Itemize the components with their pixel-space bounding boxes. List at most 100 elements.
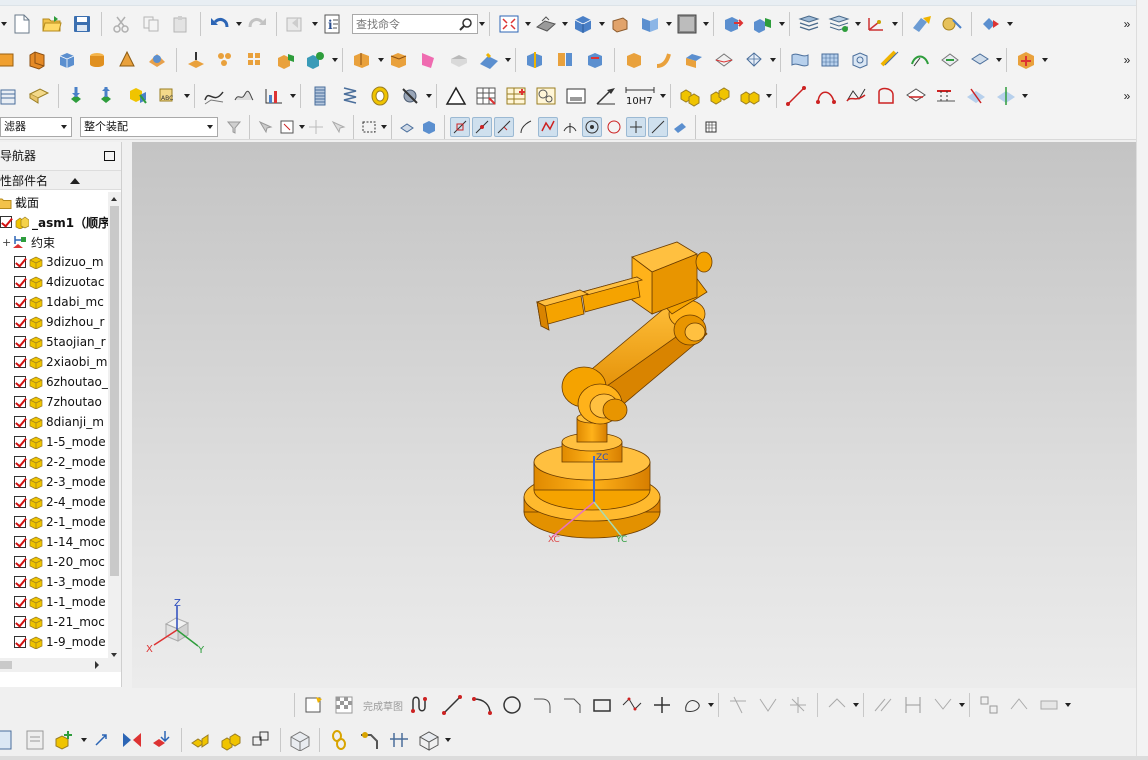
extract-geometry-icon[interactable] <box>621 47 647 73</box>
extrude-icon[interactable] <box>24 47 50 73</box>
offset-curve-icon[interactable] <box>903 83 929 109</box>
surface-curve-icon[interactable] <box>201 83 227 109</box>
constrained-component-icon[interactable] <box>65 83 91 109</box>
repeat-dropdown[interactable] <box>311 11 318 37</box>
tree-row[interactable]: 7zhoutao <box>0 392 108 412</box>
replace-component-icon[interactable] <box>125 83 151 109</box>
quick-trim-icon[interactable] <box>725 692 751 718</box>
block-icon[interactable] <box>54 47 80 73</box>
studio-surface-icon[interactable] <box>787 47 813 73</box>
move-to-layer-icon[interactable] <box>826 11 852 37</box>
view-dropdown[interactable] <box>524 11 531 37</box>
navigator-horizontal-scrollbar[interactable] <box>0 658 121 672</box>
hscroll-thumb[interactable] <box>0 661 12 669</box>
snap-point-on-curve-icon[interactable] <box>626 116 646 137</box>
move-arrows-icon[interactable] <box>89 727 115 753</box>
wave-linker-icon[interactable] <box>22 727 48 753</box>
link-tool-icon[interactable] <box>356 727 382 753</box>
toolbar-overflow[interactable]: » <box>1120 83 1134 109</box>
cut-icon[interactable] <box>108 11 134 37</box>
thicken-dropdown[interactable] <box>504 47 511 73</box>
visibility-checkbox[interactable] <box>14 556 26 568</box>
tree-row[interactable]: 6zhoutao_ <box>0 372 108 392</box>
solid-body-filter-icon[interactable] <box>397 117 417 137</box>
undo-dropdown[interactable] <box>235 11 242 37</box>
rectangle-select-icon[interactable] <box>359 117 379 137</box>
sketch-arc-icon[interactable] <box>469 692 495 718</box>
background-dropdown[interactable] <box>702 11 709 37</box>
tolerance-fit-icon[interactable]: 10H7 <box>623 83 657 109</box>
offset-face-icon[interactable] <box>582 47 608 73</box>
type-filter-select[interactable]: 滤器 <box>0 116 72 137</box>
interference-icon[interactable] <box>248 727 274 753</box>
layer-settings-icon[interactable] <box>796 11 822 37</box>
snap-control-point-icon[interactable] <box>494 116 514 137</box>
make-corner-icon[interactable] <box>785 692 811 718</box>
visibility-checkbox[interactable] <box>14 376 26 388</box>
tree-row[interactable]: 2-2_mode <box>0 452 108 472</box>
visibility-checkbox[interactable] <box>14 636 26 648</box>
finish-sketch-label[interactable]: 完成草图 <box>363 698 403 713</box>
search-dropdown[interactable] <box>478 11 485 37</box>
parts-list-icon[interactable] <box>503 83 529 109</box>
auto-constrain-icon[interactable] <box>976 692 1002 718</box>
gear-dropdown[interactable] <box>425 83 432 109</box>
plot-icon[interactable] <box>261 83 287 109</box>
tree-row[interactable]: _asm1（顺序 <box>0 212 108 232</box>
sphere-icon[interactable] <box>144 47 170 73</box>
wcs-dropdown[interactable] <box>891 11 898 37</box>
dimension-icon[interactable] <box>900 692 926 718</box>
cylinder-icon[interactable] <box>84 47 110 73</box>
surface-dropdown[interactable] <box>769 47 776 73</box>
project-curve-icon[interactable] <box>933 83 959 109</box>
render-style-icon[interactable] <box>533 11 559 37</box>
add-component-dropdown[interactable] <box>80 727 87 753</box>
tree-row[interactable]: 4dizuotac <box>0 272 108 292</box>
expand-icon[interactable]: + <box>2 236 12 249</box>
sort-ascending-icon[interactable] <box>70 178 80 184</box>
sketch-icon[interactable] <box>301 692 327 718</box>
snap-point-icon[interactable] <box>306 117 326 137</box>
component-array-icon[interactable] <box>737 83 763 109</box>
assembly-sequence-icon[interactable] <box>188 727 214 753</box>
section-view-icon[interactable] <box>607 11 633 37</box>
visibility-checkbox[interactable] <box>14 256 26 268</box>
boolean-dropdown[interactable] <box>331 47 338 73</box>
spring-icon[interactable] <box>337 83 363 109</box>
tree-row[interactable]: 2xiaobi_m <box>0 352 108 372</box>
tree-row[interactable]: + 约束 <box>0 232 108 252</box>
scroll-up-icon[interactable] <box>111 197 117 201</box>
tree-row[interactable]: 2-1_mode <box>0 512 108 532</box>
face-filter-icon[interactable] <box>419 117 439 137</box>
repeat-command-icon[interactable] <box>283 11 309 37</box>
visibility-checkbox[interactable] <box>0 216 12 228</box>
show-hide-icon[interactable] <box>939 11 965 37</box>
curve-dropdown[interactable] <box>1021 83 1028 109</box>
toolbar-dropdown[interactable] <box>0 11 7 37</box>
filter-reset-icon[interactable] <box>224 117 244 137</box>
scroll-down-icon[interactable] <box>111 653 117 657</box>
infer-constraints-icon[interactable] <box>1036 692 1062 718</box>
command-finder[interactable] <box>352 14 478 34</box>
synchronous-move-icon[interactable] <box>1013 47 1039 73</box>
section-curve-icon[interactable] <box>993 83 1019 109</box>
sketch-feature-icon[interactable] <box>0 47 20 73</box>
cube-dropdown[interactable] <box>598 11 605 37</box>
visibility-checkbox[interactable] <box>14 276 26 288</box>
sketch-offset-icon[interactable] <box>679 692 705 718</box>
tree-row[interactable]: 3dizuo_m <box>0 252 108 272</box>
ruled-surface-icon[interactable] <box>711 47 737 73</box>
select-dropdown[interactable] <box>298 114 305 140</box>
shell-icon[interactable] <box>446 47 472 73</box>
new-file-icon[interactable] <box>9 11 35 37</box>
edit-object-display-icon[interactable] <box>909 11 935 37</box>
subtract-icon[interactable] <box>303 47 329 73</box>
split-body-icon[interactable] <box>552 47 578 73</box>
window-edge-scrollbar[interactable] <box>1136 0 1148 760</box>
component-dropdown[interactable] <box>765 83 772 109</box>
fit-view-icon[interactable] <box>496 11 522 37</box>
snap-tangent-icon[interactable] <box>516 117 536 137</box>
routing-icon[interactable] <box>386 727 412 753</box>
visibility-checkbox[interactable] <box>14 596 26 608</box>
synchronous-dropdown[interactable] <box>1041 47 1048 73</box>
